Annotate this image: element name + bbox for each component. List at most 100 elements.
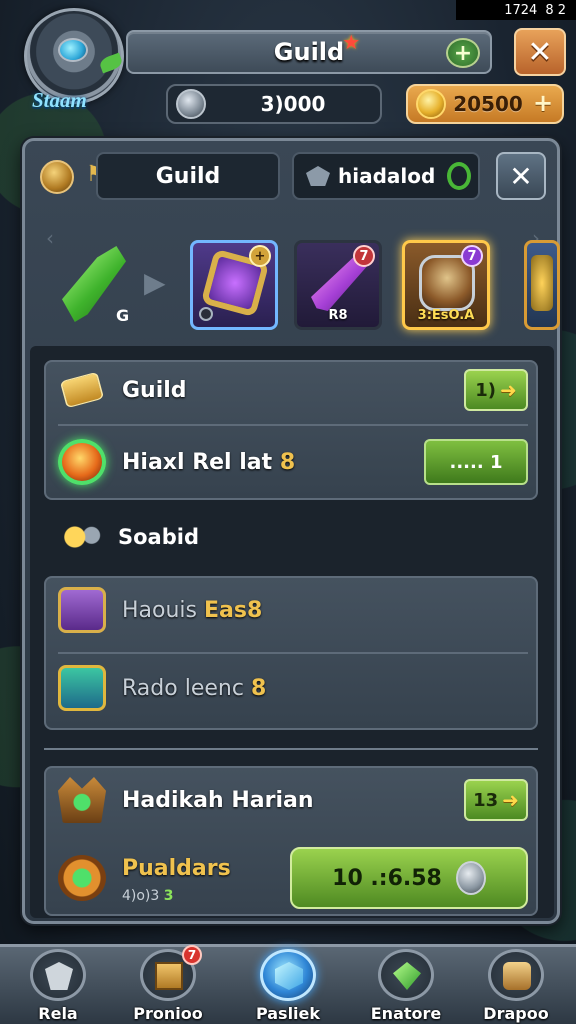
row-label-suffix: 8 (279, 449, 296, 475)
page-title: Guild ★ (273, 30, 360, 66)
row-label: Hadikah Harian (122, 787, 314, 813)
nav-label: Pronioo (133, 1004, 203, 1023)
nav-enatore[interactable]: Enatore (356, 947, 456, 1024)
gem-amount: 3)000 (260, 92, 326, 116)
item-card[interactable] (524, 240, 560, 330)
nav-badge: 7 (182, 945, 202, 965)
player-avatar[interactable]: Staam (14, 8, 130, 112)
silver-coin-icon (455, 861, 486, 895)
item-card[interactable]: 7 R8 (294, 240, 382, 330)
button-label: 13 (473, 789, 499, 811)
coin-icon (416, 89, 446, 119)
list-item: Guild 1) ➜ (58, 362, 528, 418)
box-icon (58, 665, 106, 711)
item-card[interactable]: 7 3:EsO.A (402, 240, 490, 330)
gem-icon (393, 962, 421, 990)
purchase-button[interactable]: 10 .:6.58 (290, 847, 528, 909)
reward-subtext-accent: 3 (163, 888, 174, 904)
tab-hiadalod[interactable]: hiadalod (292, 152, 480, 200)
nav-label: Enatore (370, 1004, 442, 1023)
reward-subtext: 4)o)3 3 (122, 888, 174, 904)
nav-icon-frame (488, 949, 544, 1001)
nav-label: Pasliek (255, 1004, 321, 1023)
avatar-gem-icon (58, 38, 88, 62)
page-title-label: Guild (273, 38, 345, 66)
star-icon (58, 520, 106, 554)
list-item[interactable]: Haouis Eas8 (58, 582, 528, 638)
claim-button[interactable]: ..... 1 (424, 439, 528, 485)
nav-pasliek[interactable]: Pasliek (238, 947, 338, 1024)
featured-label: G (116, 306, 130, 325)
arrow-icon: ➜ (502, 788, 519, 812)
list-item[interactable]: Rado leenc 8 (58, 660, 528, 716)
nav-icon-frame (378, 949, 434, 1001)
row-label-text: Hiaxl Rel lat (122, 449, 273, 475)
add-button[interactable]: + (446, 38, 480, 68)
row-label: Rado leenc 8 (122, 676, 528, 701)
add-coins-button[interactable]: + (530, 91, 556, 117)
row-label: Pualdars (122, 855, 231, 881)
title-bar: Guild ★ + (126, 30, 492, 74)
cube-icon (275, 962, 303, 990)
crown-icon (58, 777, 106, 823)
crate-icon (155, 962, 183, 990)
scroll-icon (503, 962, 531, 990)
section-header: Soabid (58, 520, 199, 554)
row-label-text: Haouis (122, 597, 198, 623)
row-label: Haouis Eas8 (122, 598, 528, 623)
sun-medal-icon (58, 855, 106, 901)
guild-go-button[interactable]: 1) ➜ (464, 369, 528, 411)
status-bar: 1724 8 2 (456, 0, 576, 20)
nav-rela[interactable]: Rela (8, 947, 108, 1024)
tab-row: ⚑ Guild hiadalod ✕ (40, 150, 550, 204)
coin-amount: 20500 (453, 92, 523, 116)
nav-drapoo[interactable]: Drapoo (466, 947, 566, 1024)
nav-label: Drapoo (483, 1004, 549, 1023)
nav-pronioo[interactable]: 7 Pronioo (118, 945, 218, 1024)
card-badge: 7 (353, 245, 375, 267)
close-button[interactable]: ✕ (514, 28, 566, 76)
list-item: Hadikah Harian 13 ➜ (58, 772, 528, 828)
gem-icon (176, 89, 206, 119)
carousel-arrow-icon: ▶ (144, 266, 166, 299)
divider (58, 424, 528, 426)
nav-icon-frame (260, 949, 316, 1001)
bottom-nav: Rela 7 Pronioo Pasliek Enatore Drapoo (0, 944, 576, 1024)
tab-close-button[interactable]: ✕ (496, 152, 546, 200)
relic-icon (531, 255, 553, 311)
shield-icon (45, 962, 73, 990)
item-carousel: ‹ › G ▶ + 7 R8 7 3:EsO.A (40, 226, 560, 342)
card-label: 3:EsO.A (417, 308, 475, 323)
nav-label: Rela (38, 1004, 78, 1023)
status-time: 1724 (504, 2, 538, 18)
status-battery: 8 2 (545, 2, 566, 18)
card-badge: 7 (461, 245, 483, 267)
gem-currency: 3)000 (166, 84, 382, 124)
divider (44, 748, 538, 750)
guild-emblem-icon (40, 160, 74, 194)
item-card[interactable]: + (190, 240, 278, 330)
card-badge: + (249, 245, 271, 267)
orb-icon (58, 439, 106, 485)
button-label: 1) (475, 379, 496, 401)
coin-currency: 20500 + (406, 84, 564, 124)
daily-go-button[interactable]: 13 ➜ (464, 779, 528, 821)
carousel-prev-icon[interactable]: ‹ (46, 226, 54, 250)
divider (58, 652, 528, 654)
chest-icon (58, 587, 106, 633)
purchase-price: 10 .:6.58 (332, 865, 442, 891)
section-title: Soabid (118, 525, 199, 549)
helmet-icon (306, 166, 330, 186)
ring-icon (447, 162, 472, 190)
player-name: Staam (32, 88, 87, 112)
arrow-icon: ➜ (500, 378, 517, 402)
list-item: Hiaxl Rel lat 8 ..... 1 (58, 434, 528, 490)
row-label: Guild (122, 377, 187, 403)
row-label-suffix: 8 (250, 675, 267, 701)
star-icon: ★ (342, 30, 361, 54)
reward-subtext-value: 4)o)3 (122, 888, 160, 904)
tab-guild[interactable]: Guild (96, 152, 280, 200)
featured-crystal[interactable]: G (54, 240, 138, 328)
gold-bar-icon (59, 371, 105, 409)
row-label-text: Rado leenc (122, 675, 244, 701)
